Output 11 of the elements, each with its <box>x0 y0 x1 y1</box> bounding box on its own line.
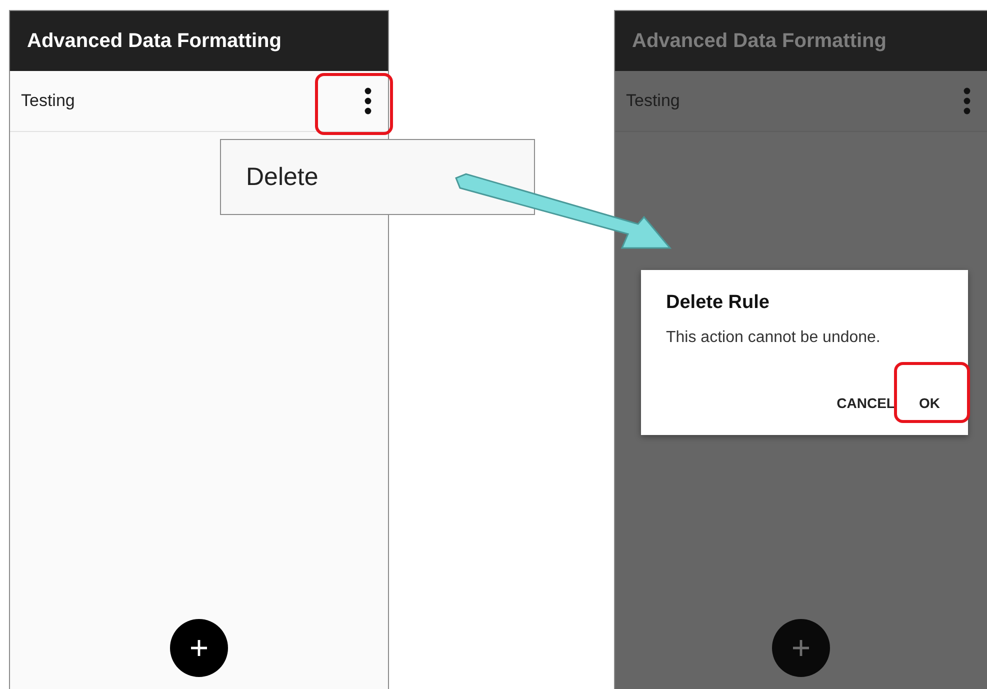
app-title: Advanced Data Formatting <box>27 30 282 52</box>
app-title: Advanced Data Formatting <box>632 30 886 52</box>
dialog-title: Delete Rule <box>666 292 770 314</box>
rule-name: Testing <box>626 91 680 111</box>
plus-icon <box>190 639 208 657</box>
dialog-button[interactable]: OK <box>911 389 948 417</box>
dialog-message: This action cannot be undone. <box>666 329 882 347</box>
plus-icon <box>792 639 810 657</box>
rule-name: Testing <box>21 91 75 111</box>
dialog-button[interactable]: CANCEL <box>828 389 903 417</box>
menu-item[interactable]: Delete <box>246 162 318 192</box>
